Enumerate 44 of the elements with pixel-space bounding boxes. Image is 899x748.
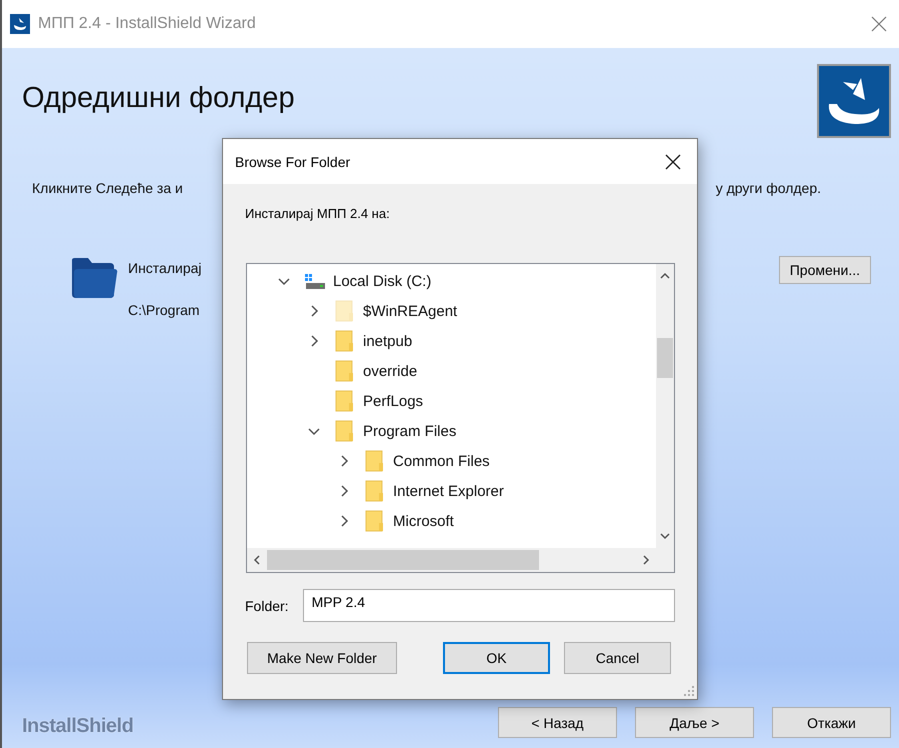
close-button[interactable]: [663, 152, 683, 172]
tree-item[interactable]: Program Files: [363, 422, 456, 440]
window-title: МПП 2.4 - InstallShield Wizard: [38, 15, 257, 33]
install-label: Инсталирај: [128, 260, 202, 276]
brand-logo: InstallShield: [22, 715, 134, 738]
instruction-text: у други фолдер.: [716, 180, 821, 196]
horizontal-scrollbar[interactable]: [247, 548, 674, 572]
scrollbar-thumb[interactable]: [267, 550, 539, 570]
resize-grip-icon[interactable]: [684, 686, 694, 696]
tree-item[interactable]: inetpub: [363, 332, 412, 350]
tree-item[interactable]: override: [363, 362, 418, 380]
folder-icon: [365, 449, 385, 473]
vertical-scrollbar[interactable]: [656, 264, 674, 548]
folder-icon: [365, 479, 385, 503]
tree-item[interactable]: $WinREAgent: [363, 302, 458, 320]
instruction-text: Кликните Следеће за и: [32, 180, 183, 196]
folder-icon: [335, 299, 355, 323]
installer-logo-icon: [817, 64, 891, 138]
tree-item[interactable]: PerfLogs: [363, 392, 424, 410]
tree-item[interactable]: Internet Explorer: [393, 482, 504, 500]
folder-input[interactable]: MPP 2.4: [302, 589, 675, 622]
folder-icon: [335, 329, 355, 353]
dialog-button[interactable]: OK: [443, 642, 550, 674]
wizard-button[interactable]: Откажи: [772, 707, 891, 738]
wizard-button[interactable]: < Назад: [498, 707, 617, 738]
tree-item[interactable]: Common Files: [393, 452, 490, 470]
folder-icon: [335, 419, 355, 443]
folder-icon: [70, 256, 118, 300]
app-icon: [10, 14, 30, 34]
dialog-title: Browse For Folder: [235, 154, 352, 170]
folder-icon: [365, 509, 385, 533]
wizard-button[interactable]: Даље >: [635, 707, 754, 738]
folder-icon: [335, 359, 355, 383]
folder-icon: [335, 389, 355, 413]
change-button[interactable]: Промени...: [778, 256, 871, 284]
dialog-prompt: Инсталирај МПП 2.4 на:: [245, 206, 391, 221]
scrollbar-thumb[interactable]: [657, 338, 673, 378]
install-path: C:\Program: [128, 302, 200, 318]
dialog-button[interactable]: Make New Folder: [247, 642, 397, 674]
tree-item[interactable]: Microsoft: [393, 512, 454, 530]
tree-item[interactable]: Local Disk (C:): [333, 272, 432, 290]
page-heading: Одредишни фолдер: [22, 82, 295, 115]
dialog-button[interactable]: Cancel: [564, 642, 671, 674]
folder-label: Folder:: [245, 598, 289, 614]
